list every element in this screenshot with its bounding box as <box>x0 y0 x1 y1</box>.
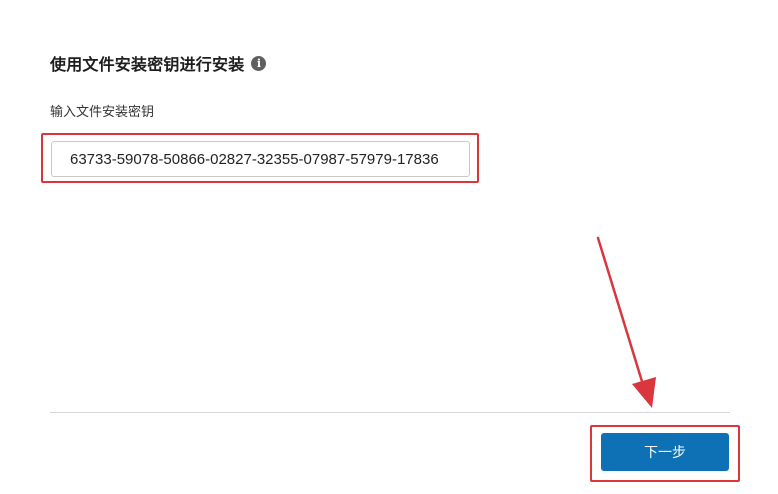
key-field-label: 输入文件安装密钥 <box>50 105 155 120</box>
footer-divider <box>50 412 730 413</box>
section-title: 使用文件安装密钥进行安装 <box>50 55 245 74</box>
section-header: 使用文件安装密钥进行安装 i <box>50 51 267 75</box>
progress-stepper <box>0 0 778 10</box>
install-key-input[interactable] <box>51 141 470 177</box>
next-button[interactable]: 下一步 <box>601 433 729 471</box>
install-key-page: 使用文件安装密钥进行安装 i 输入文件安装密钥 下一步 <box>0 0 778 494</box>
info-icon[interactable]: i <box>251 55 267 71</box>
